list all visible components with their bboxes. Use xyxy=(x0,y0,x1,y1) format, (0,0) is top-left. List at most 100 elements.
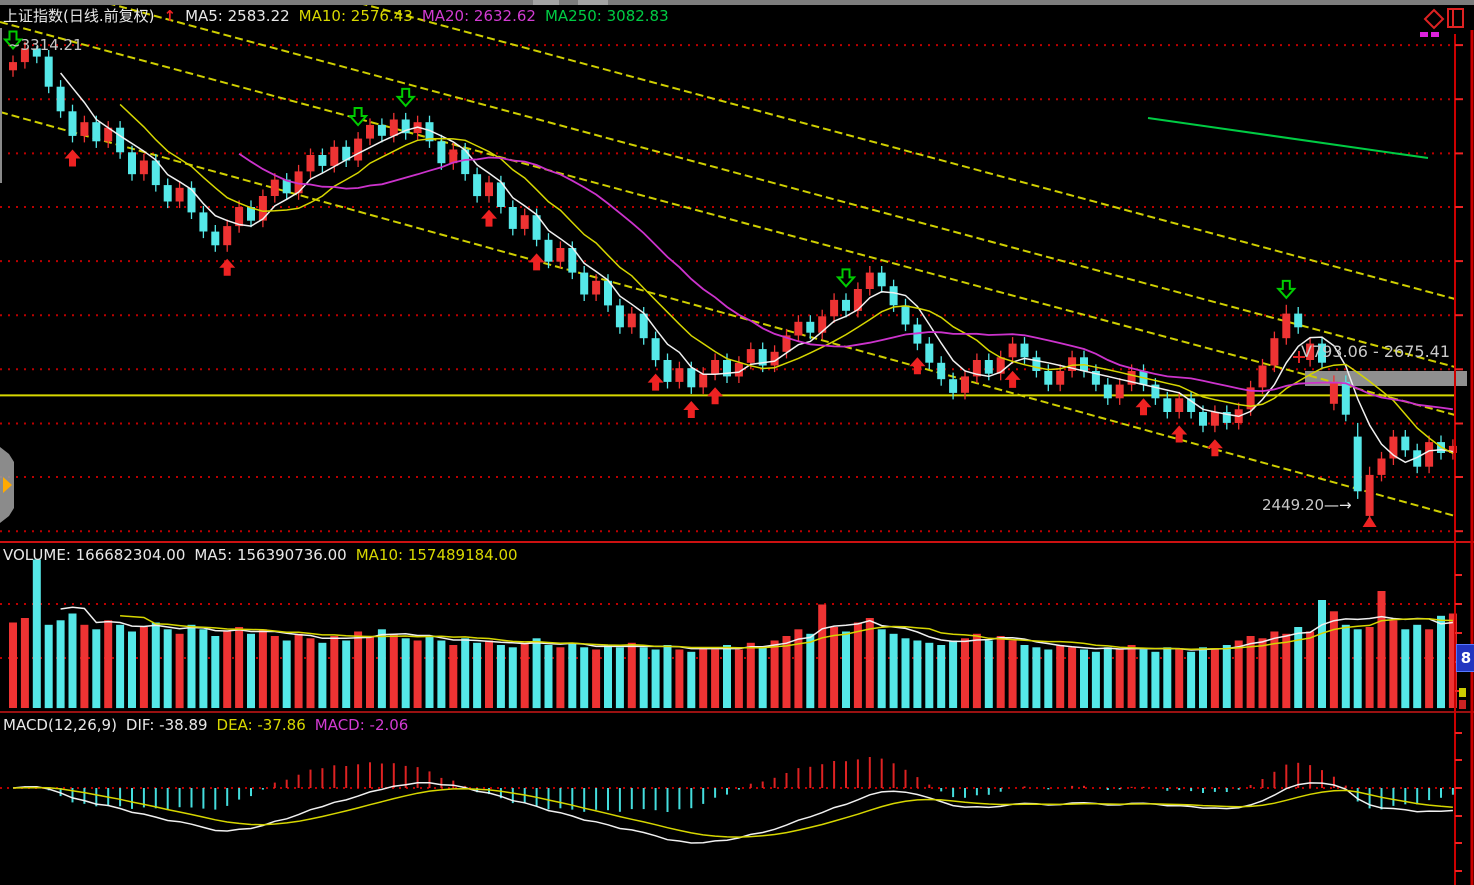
candle-body xyxy=(949,379,957,393)
candle-body xyxy=(354,139,362,161)
volume-bar xyxy=(354,632,362,709)
volume-bar xyxy=(176,634,184,708)
volume-bar xyxy=(568,643,576,708)
volume-bar xyxy=(33,560,41,709)
volume-bar xyxy=(592,650,600,709)
candle-body xyxy=(878,273,886,287)
low-arrow-icon: —→ xyxy=(1324,496,1352,514)
volume-bar xyxy=(295,634,303,708)
candle-body xyxy=(1425,442,1433,467)
macd-panel[interactable] xyxy=(0,757,1453,843)
volume-panel[interactable] xyxy=(0,560,1457,709)
axis-label-fragment xyxy=(1459,688,1466,697)
volume-bar xyxy=(1009,641,1017,709)
candle-body xyxy=(616,305,624,327)
separator-line xyxy=(0,541,1474,543)
volume-bar xyxy=(556,647,564,708)
ma250-value[interactable]: MA250: 3082.83 xyxy=(545,7,669,25)
candle-body xyxy=(1056,371,1064,385)
ma20-value[interactable]: MA20: 2632.62 xyxy=(422,7,536,25)
candle-body xyxy=(699,374,707,388)
volume-bar xyxy=(1366,627,1374,708)
volume-ma5-value[interactable]: MA5: 156390736.00 xyxy=(194,546,346,564)
volume-bar xyxy=(1330,611,1338,708)
chart-canvas[interactable] xyxy=(0,0,1474,885)
volume-bar xyxy=(497,645,505,708)
volume-ma5-line xyxy=(61,607,1453,650)
titlebar-icons[interactable] xyxy=(1420,9,1463,37)
macd-value[interactable]: MACD: -2.06 xyxy=(315,716,409,734)
dea-value[interactable]: DEA: -37.86 xyxy=(217,716,306,734)
candle-body xyxy=(592,281,600,295)
candle-body xyxy=(116,128,124,153)
candle-body xyxy=(473,174,481,196)
main-kline-panel[interactable] xyxy=(0,0,1467,531)
volume-ma10-value[interactable]: MA10: 157489184.00 xyxy=(356,546,518,564)
diamond-icon xyxy=(1425,10,1443,28)
chart-title[interactable]: 上证指数(日线.前复权) xyxy=(3,7,154,25)
macd-header: MACD(12,26,9) DIF: -38.89 DEA: -37.86 MACD:… xyxy=(3,716,417,734)
candle-body xyxy=(902,305,910,324)
candle-body xyxy=(92,122,100,141)
candle-body xyxy=(45,57,53,87)
split-window-icon xyxy=(1448,9,1463,27)
volume-bar xyxy=(973,634,981,708)
volume-bar xyxy=(1354,629,1362,708)
volume-scale-badge: 8 xyxy=(1456,644,1474,672)
volume-bar xyxy=(687,652,695,708)
volume-bar xyxy=(259,629,267,708)
volume-bar xyxy=(128,632,136,709)
volume-bar xyxy=(545,645,553,708)
candle-body xyxy=(1175,398,1183,412)
volume-bar xyxy=(1032,647,1040,708)
volume-bar xyxy=(747,643,755,708)
volume-bar xyxy=(675,650,683,709)
volume-bar xyxy=(1306,632,1314,709)
candle-body xyxy=(1330,382,1338,404)
candle-body xyxy=(378,125,386,136)
volume-bar xyxy=(92,629,100,708)
volume-bar xyxy=(402,638,410,708)
volume-bar xyxy=(69,614,77,709)
right-axis xyxy=(1455,30,1472,885)
volume-bar xyxy=(140,627,148,708)
volume-bar xyxy=(9,623,17,709)
candle-body xyxy=(437,141,445,163)
candle-body xyxy=(1104,385,1112,399)
candles[interactable] xyxy=(9,42,1457,519)
volume-value[interactable]: VOLUME: 166682304.00 xyxy=(3,546,185,564)
candle-body xyxy=(318,155,326,166)
ma10-value[interactable]: MA10: 2576.43 xyxy=(299,7,413,25)
volume-bar xyxy=(1342,625,1350,708)
sell-arrow-icon xyxy=(838,269,854,286)
volume-bar xyxy=(1378,591,1386,708)
candle-body xyxy=(818,316,826,332)
toolbar-tab-notch xyxy=(533,0,559,5)
volume-bar xyxy=(902,638,910,708)
buy-arrow-icon xyxy=(1005,371,1021,388)
candle-body xyxy=(1354,437,1362,492)
macd-params[interactable]: MACD(12,26,9) xyxy=(3,716,117,734)
volume-bar xyxy=(533,638,541,708)
volume-bar xyxy=(235,627,243,708)
buy-arrow-icon xyxy=(65,149,81,166)
channel-trendline xyxy=(0,112,1455,516)
left-panel-tab[interactable] xyxy=(0,447,14,523)
volume-bar xyxy=(866,618,874,708)
top-toolbar-edge xyxy=(0,0,1474,5)
candle-body xyxy=(1294,314,1302,328)
candle-body xyxy=(842,300,850,311)
candle-body xyxy=(1199,412,1207,426)
ma5-value[interactable]: MA5: 2583.22 xyxy=(185,7,290,25)
candle-body xyxy=(330,147,338,166)
separator-line xyxy=(0,711,1474,713)
candle-body xyxy=(747,349,755,363)
dif-value[interactable]: DIF: -38.89 xyxy=(126,716,208,734)
left-panel-edge xyxy=(0,28,2,183)
toolbar-tab-notch xyxy=(578,0,608,5)
volume-bar xyxy=(164,629,172,708)
candle-body xyxy=(1366,475,1374,516)
volume-bar xyxy=(699,647,707,708)
candle-body xyxy=(1163,398,1171,412)
volume-bar xyxy=(116,625,124,708)
